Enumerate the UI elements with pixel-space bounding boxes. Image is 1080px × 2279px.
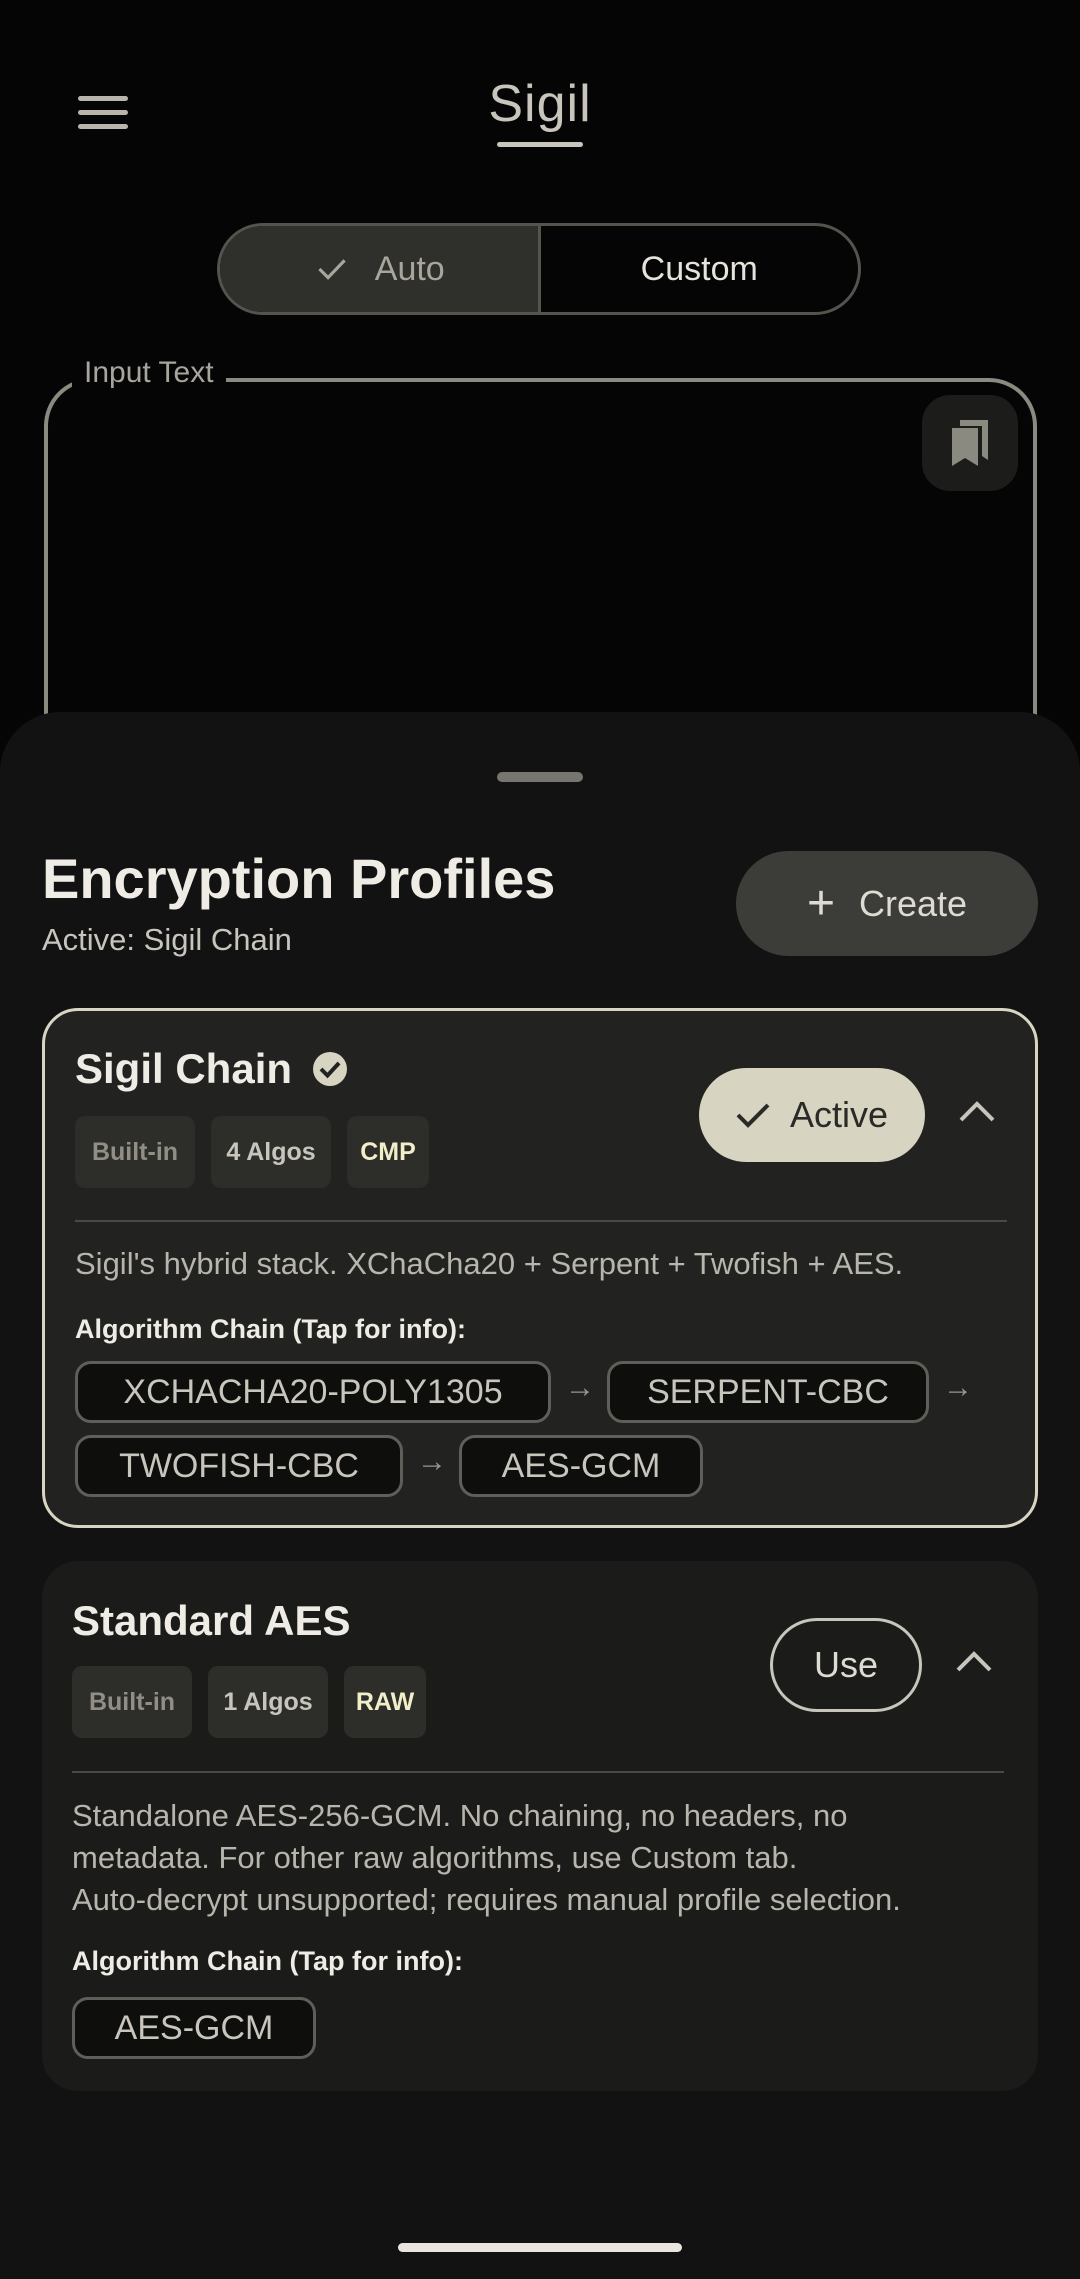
tag-built-in: Built-in: [72, 1666, 192, 1738]
chevron-up-icon[interactable]: [957, 1098, 997, 1124]
active-button[interactable]: Active: [699, 1068, 925, 1162]
description-line: Standalone AES-256-GCM. No chaining, no …: [72, 1798, 848, 1833]
title-underline: [497, 142, 583, 147]
tab-custom-label: Custom: [640, 249, 758, 288]
tab-auto-label: Auto: [374, 249, 445, 288]
description-line: metadata. For other raw algorithms, use …: [72, 1840, 798, 1875]
tag-algo-count: 4 Algos: [211, 1116, 331, 1188]
card-divider: [72, 1771, 1004, 1773]
home-indicator[interactable]: [398, 2243, 682, 2252]
tag-algo-count: 1 Algos: [208, 1666, 328, 1738]
profile-name: Standard AES: [72, 1597, 351, 1644]
description-line: Auto-decrypt unsupported; requires manua…: [72, 1882, 901, 1917]
paste-button[interactable]: [922, 395, 1018, 491]
check-icon: [736, 1103, 770, 1128]
chevron-up-icon[interactable]: [954, 1648, 994, 1674]
algo-chip-aes-gcm[interactable]: AES-GCM: [72, 1997, 316, 2059]
tab-custom[interactable]: Custom: [541, 226, 859, 312]
arrow-right-icon: →: [565, 1371, 595, 1404]
sheet-title: Encryption Profiles: [42, 847, 556, 910]
algorithm-chain-label: Algorithm Chain (Tap for info):: [75, 1314, 466, 1344]
algo-chip-twofish[interactable]: TWOFISH-CBC: [75, 1435, 403, 1497]
verified-check-icon: [313, 1052, 348, 1086]
use-button[interactable]: Use: [770, 1618, 922, 1712]
profile-name: Sigil Chain: [75, 1045, 293, 1092]
profile-description: Standalone AES-256-GCM. No chaining, no …: [72, 1795, 901, 1921]
algorithm-chain-label: Algorithm Chain (Tap for info):: [72, 1946, 463, 1976]
profile-description: Sigil's hybrid stack. XChaCha20 + Serpen…: [75, 1246, 904, 1281]
algo-chip-aes-gcm[interactable]: AES-GCM: [459, 1435, 703, 1497]
tab-auto[interactable]: Auto: [220, 226, 541, 312]
algo-chip-xchacha20[interactable]: XCHACHA20-POLY1305: [75, 1361, 551, 1423]
create-profile-button[interactable]: + Create: [736, 851, 1038, 956]
tag-mode: CMP: [347, 1116, 429, 1188]
card-divider: [75, 1220, 1007, 1222]
mode-toggle: Auto Custom: [217, 223, 861, 315]
arrow-right-icon: →: [417, 1445, 447, 1478]
bookmark-paste-icon: [952, 420, 988, 466]
profile-name-row: Sigil Chain: [75, 1045, 348, 1093]
tag-built-in: Built-in: [75, 1116, 195, 1188]
active-label: Active: [789, 1094, 889, 1135]
tag-mode: RAW: [344, 1666, 426, 1738]
arrow-right-icon: →: [943, 1371, 973, 1404]
create-label: Create: [858, 882, 968, 924]
algo-chip-serpent[interactable]: SERPENT-CBC: [607, 1361, 929, 1423]
check-icon: [318, 259, 346, 280]
input-text-label: Input Text: [72, 356, 226, 390]
plus-icon: +: [806, 876, 835, 930]
profile-card-standard-aes[interactable]: Standard AES Built-in 1 Algos RAW Use St…: [42, 1561, 1038, 2091]
app-title: Sigil: [488, 75, 592, 133]
active-profile-subtitle: Active: Sigil Chain: [42, 922, 292, 957]
sheet-drag-handle[interactable]: [497, 772, 583, 782]
profile-card-sigil-chain[interactable]: Sigil Chain Built-in 4 Algos CMP Active …: [42, 1008, 1038, 1528]
